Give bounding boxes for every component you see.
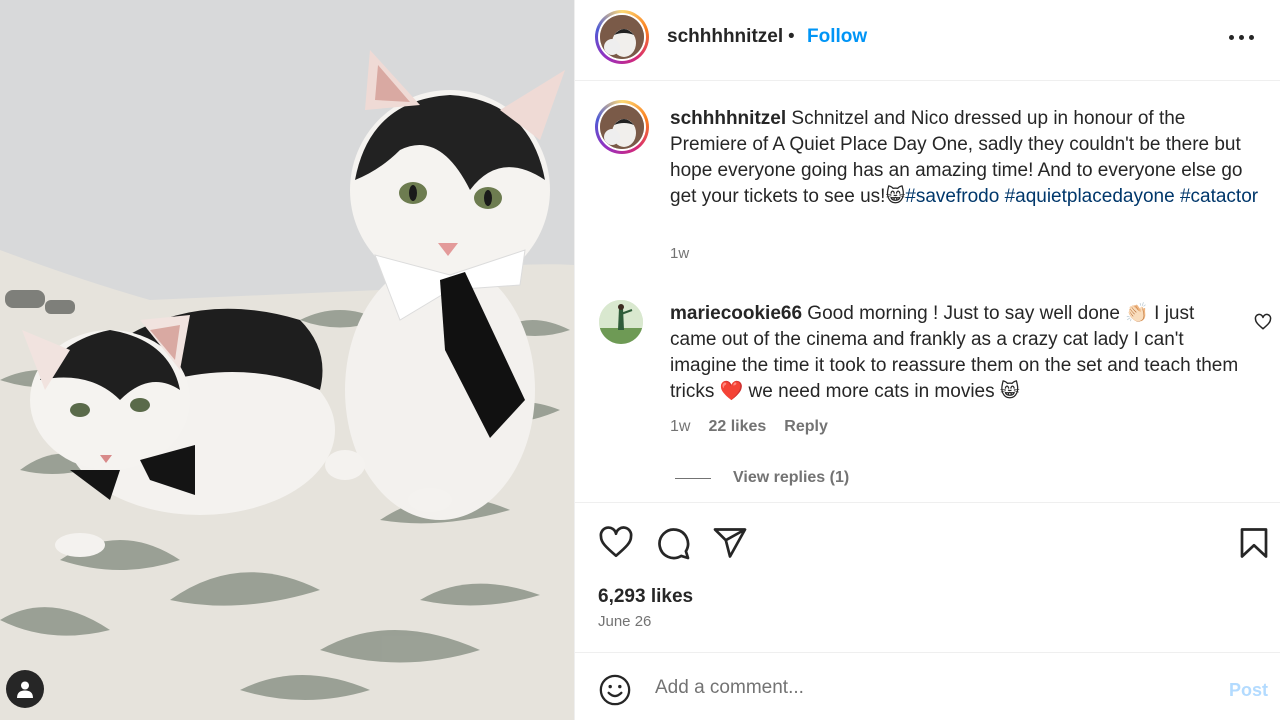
comment-body: mariecookie66 Good morning ! Just to say…	[670, 301, 1240, 405]
comment-meta: 1w 22 likes Reply	[670, 418, 828, 436]
post-header: schhhhnitzel • Follow	[575, 0, 1280, 81]
comment-likes[interactable]: 22 likes	[708, 418, 766, 436]
comment-like-heart-icon[interactable]	[1254, 313, 1272, 331]
post-details-panel: schhhhnitzel • Follow schhhhnitzel Schni…	[574, 0, 1280, 720]
follow-button[interactable]: Follow	[807, 26, 867, 48]
view-replies-label: View replies (1)	[733, 469, 850, 486]
share-icon[interactable]	[712, 525, 748, 561]
heart-icon[interactable]	[598, 525, 634, 561]
caption-avatar[interactable]	[595, 100, 649, 154]
reply-button[interactable]: Reply	[784, 418, 828, 436]
caption-emoji: 😸	[885, 186, 906, 207]
comment-timestamp[interactable]: 1w	[670, 418, 690, 436]
add-comment-bar: Post	[575, 652, 1280, 720]
emoji-icon[interactable]	[598, 673, 632, 707]
comment-text: we need more cats in movies	[743, 381, 1000, 402]
likes-count[interactable]: 6,293 likes	[598, 586, 693, 608]
post-date[interactable]: June 26	[598, 613, 651, 630]
cats-photo	[0, 0, 574, 720]
view-replies-button[interactable]: View replies (1)	[675, 469, 849, 487]
avatar-image	[600, 105, 644, 149]
more-options-icon[interactable]	[1227, 24, 1257, 50]
avatar-image	[600, 15, 644, 59]
caption-username[interactable]: schhhhnitzel	[670, 108, 786, 129]
post-caption: schhhhnitzel Schnitzel and Nico dressed …	[670, 106, 1260, 210]
bookmark-icon[interactable]	[1236, 525, 1272, 561]
comment-text: Good morning ! Just to say well done	[802, 303, 1126, 324]
post-actions: 6,293 likes June 26	[575, 502, 1280, 652]
author-username[interactable]: schhhhnitzel	[667, 26, 783, 48]
hashtag-link[interactable]: #savefrodo	[905, 186, 999, 207]
separator-dot: •	[788, 26, 795, 47]
divider-line	[675, 477, 711, 479]
comment-icon[interactable]	[655, 525, 691, 561]
post-photo[interactable]	[0, 0, 574, 720]
user-tags-button[interactable]	[6, 670, 44, 708]
comment-input[interactable]	[655, 673, 1195, 703]
commenter-avatar[interactable]	[599, 300, 643, 344]
hashtag-link[interactable]: #catactor	[1180, 186, 1258, 207]
avatar-image	[599, 300, 643, 344]
cat-emoji: 😸	[999, 381, 1020, 402]
clap-emoji: 👏🏻	[1125, 303, 1149, 324]
commenter-username[interactable]: mariecookie66	[670, 303, 802, 324]
user-tag-icon	[17, 681, 33, 698]
heart-emoji: ❤️	[719, 381, 744, 402]
hashtag-link[interactable]: #aquietplacedayone	[1005, 186, 1175, 207]
caption-timestamp[interactable]: 1w	[670, 245, 689, 262]
author-avatar[interactable]	[595, 10, 649, 64]
post-comment-button[interactable]: Post	[1229, 680, 1268, 701]
